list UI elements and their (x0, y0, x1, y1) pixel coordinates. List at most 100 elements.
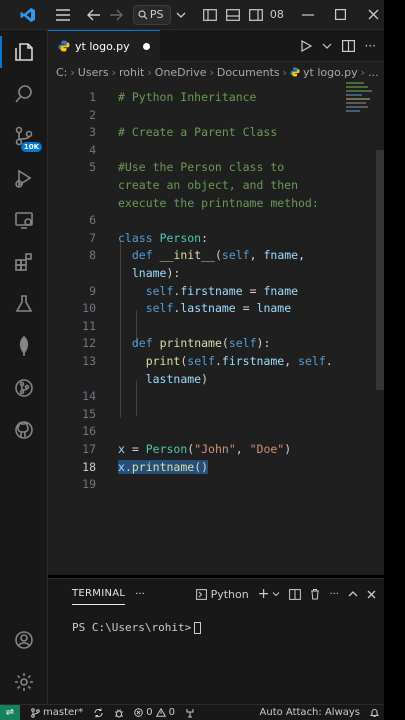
terminal-dropdown-chevron-icon[interactable] (272, 591, 280, 597)
line-number: 6 (89, 213, 96, 228)
git-graph-icon[interactable] (0, 368, 48, 408)
tab-yt-logo-py[interactable]: yt logo.py (48, 29, 160, 62)
source-control-badge: 10K (20, 142, 42, 152)
tab-bar: yt logo.py ··· (48, 29, 384, 62)
menu-icon[interactable] (53, 4, 74, 26)
back-arrow-icon[interactable] (83, 4, 104, 26)
line-number: 14 (82, 389, 96, 404)
terminal-output[interactable]: PS C:\Users\rohit> (48, 621, 384, 634)
source-control-icon[interactable]: 10K (0, 116, 48, 156)
code-line[interactable]: 18 x.printname() (48, 459, 368, 478)
minimap[interactable] (346, 82, 376, 122)
code-line[interactable]: 6 (48, 213, 368, 231)
code-line[interactable]: 1 # Python Inheritance (48, 90, 368, 108)
code-line[interactable]: lastname) (48, 372, 368, 390)
code-line[interactable]: 10 self.lastname = lname (48, 301, 368, 319)
breadcrumb-drive[interactable]: C: (56, 66, 67, 79)
breadcrumb-file[interactable]: yt logo.py (303, 66, 358, 79)
code-text: # Python Inheritance (118, 90, 257, 104)
code-line[interactable]: 7 class Person: (48, 231, 368, 249)
ports-icon[interactable] (180, 708, 200, 718)
debug-icon[interactable] (109, 708, 129, 718)
notifications-bell-icon[interactable] (365, 708, 384, 718)
toggle-secondary-sidebar-icon[interactable] (245, 4, 266, 26)
line-number: 4 (89, 142, 96, 157)
branch-icon (31, 707, 40, 718)
extensions-icon[interactable] (0, 242, 48, 282)
auto-attach-status[interactable]: Auto Attach: Always (255, 707, 365, 718)
breadcrumb-users[interactable]: Users (78, 66, 109, 79)
error-count: 0 (146, 707, 153, 718)
trash-icon[interactable] (310, 588, 320, 600)
code-line[interactable]: 8 def __init__(self, fname, (48, 248, 368, 266)
remote-explorer-icon[interactable] (0, 200, 48, 240)
terminal-shell-name[interactable]: Python (211, 588, 249, 601)
vscode-logo-icon (18, 4, 39, 26)
sync-icon[interactable] (88, 708, 109, 718)
more-actions-icon[interactable]: ··· (365, 39, 376, 53)
vertical-scrollbar[interactable] (376, 150, 384, 390)
branch-name: master* (43, 707, 84, 718)
close-icon[interactable] (363, 4, 384, 26)
remote-indicator-icon[interactable]: ⇌ (0, 704, 20, 720)
toggle-sidebar-icon[interactable] (200, 4, 221, 26)
code-line[interactable]: 17 x = Person("John", "Doe") (48, 442, 368, 460)
line-number: 18 (82, 459, 96, 474)
maximize-icon[interactable] (331, 4, 352, 26)
code-line[interactable]: 2 (48, 108, 368, 126)
split-editor-icon[interactable] (341, 39, 355, 52)
breadcrumb-rohit[interactable]: rohit (119, 66, 144, 79)
account-icon[interactable] (0, 620, 48, 660)
breadcrumb-separator-icon: › (111, 65, 117, 79)
split-terminal-icon[interactable] (289, 588, 302, 600)
new-terminal-icon[interactable]: + (258, 586, 270, 602)
terminal-panel: TERMINAL ··· Python + ··· PS C:\Users\ro… (48, 578, 384, 704)
code-line[interactable]: 4 (48, 143, 368, 161)
problems-indicator[interactable]: 0 0 (129, 707, 180, 718)
minimize-icon[interactable] (298, 4, 319, 26)
github-icon[interactable] (0, 410, 48, 450)
breadcrumb-more[interactable]: ... (368, 66, 379, 79)
panel-more-icon[interactable]: ··· (135, 589, 145, 600)
forward-arrow-icon[interactable] (106, 4, 127, 26)
testing-icon[interactable] (0, 284, 48, 324)
line-number: 1 (89, 90, 96, 104)
close-panel-icon[interactable] (367, 590, 376, 599)
code-line[interactable]: 3 # Create a Parent Class (48, 125, 368, 143)
run-dropdown-chevron-icon[interactable] (322, 42, 332, 50)
code-line[interactable]: 16 (48, 424, 368, 442)
run-debug-icon[interactable] (0, 158, 48, 198)
code-line[interactable]: 5 #Use the Person class to (48, 160, 368, 178)
search-icon[interactable] (0, 74, 48, 114)
code-text: self.lastname = lname (145, 301, 292, 316)
panel-more-actions-icon[interactable]: ··· (329, 589, 339, 600)
settings-gear-icon[interactable] (0, 662, 48, 702)
code-line[interactable]: 11 (48, 319, 368, 337)
toggle-panel-icon[interactable] (222, 4, 243, 26)
maximize-panel-chevron-up-icon[interactable] (348, 590, 358, 598)
chevron-down-icon[interactable] (171, 4, 192, 26)
activity-bar: 10K (0, 30, 48, 704)
code-line[interactable]: lname): (48, 266, 368, 284)
git-branch[interactable]: master* (26, 707, 88, 718)
customize-layout-button[interactable]: 08 (270, 8, 284, 21)
code-line[interactable]: 15 (48, 407, 368, 425)
line-number: 7 (89, 230, 96, 245)
leaf-icon[interactable] (0, 326, 48, 366)
unsaved-dot-icon[interactable] (142, 42, 150, 50)
breadcrumb-documents[interactable]: Documents (217, 66, 280, 79)
code-line[interactable]: 13 print(self.firstname, self. (48, 354, 368, 372)
code-editor[interactable]: 1 # Python Inheritance 2 3 # Create a Parent… (48, 82, 384, 522)
code-text: def __init__(self, fname, (131, 248, 306, 263)
code-line[interactable]: 19 (48, 477, 368, 495)
code-line[interactable]: 12 def printname(self): (48, 336, 368, 354)
explorer-icon[interactable] (0, 32, 48, 72)
command-search-box[interactable]: PS (132, 4, 172, 25)
code-line[interactable]: 9 self.firstname = fname (48, 284, 368, 302)
code-line[interactable]: create an object, and then (48, 178, 368, 196)
tab-terminal[interactable]: TERMINAL (72, 583, 126, 605)
breadcrumb-onedrive[interactable]: OneDrive (155, 66, 207, 79)
run-file-icon[interactable] (300, 39, 312, 52)
code-line[interactable]: 14 (48, 389, 368, 407)
code-line[interactable]: execute the printname method: (48, 196, 368, 214)
